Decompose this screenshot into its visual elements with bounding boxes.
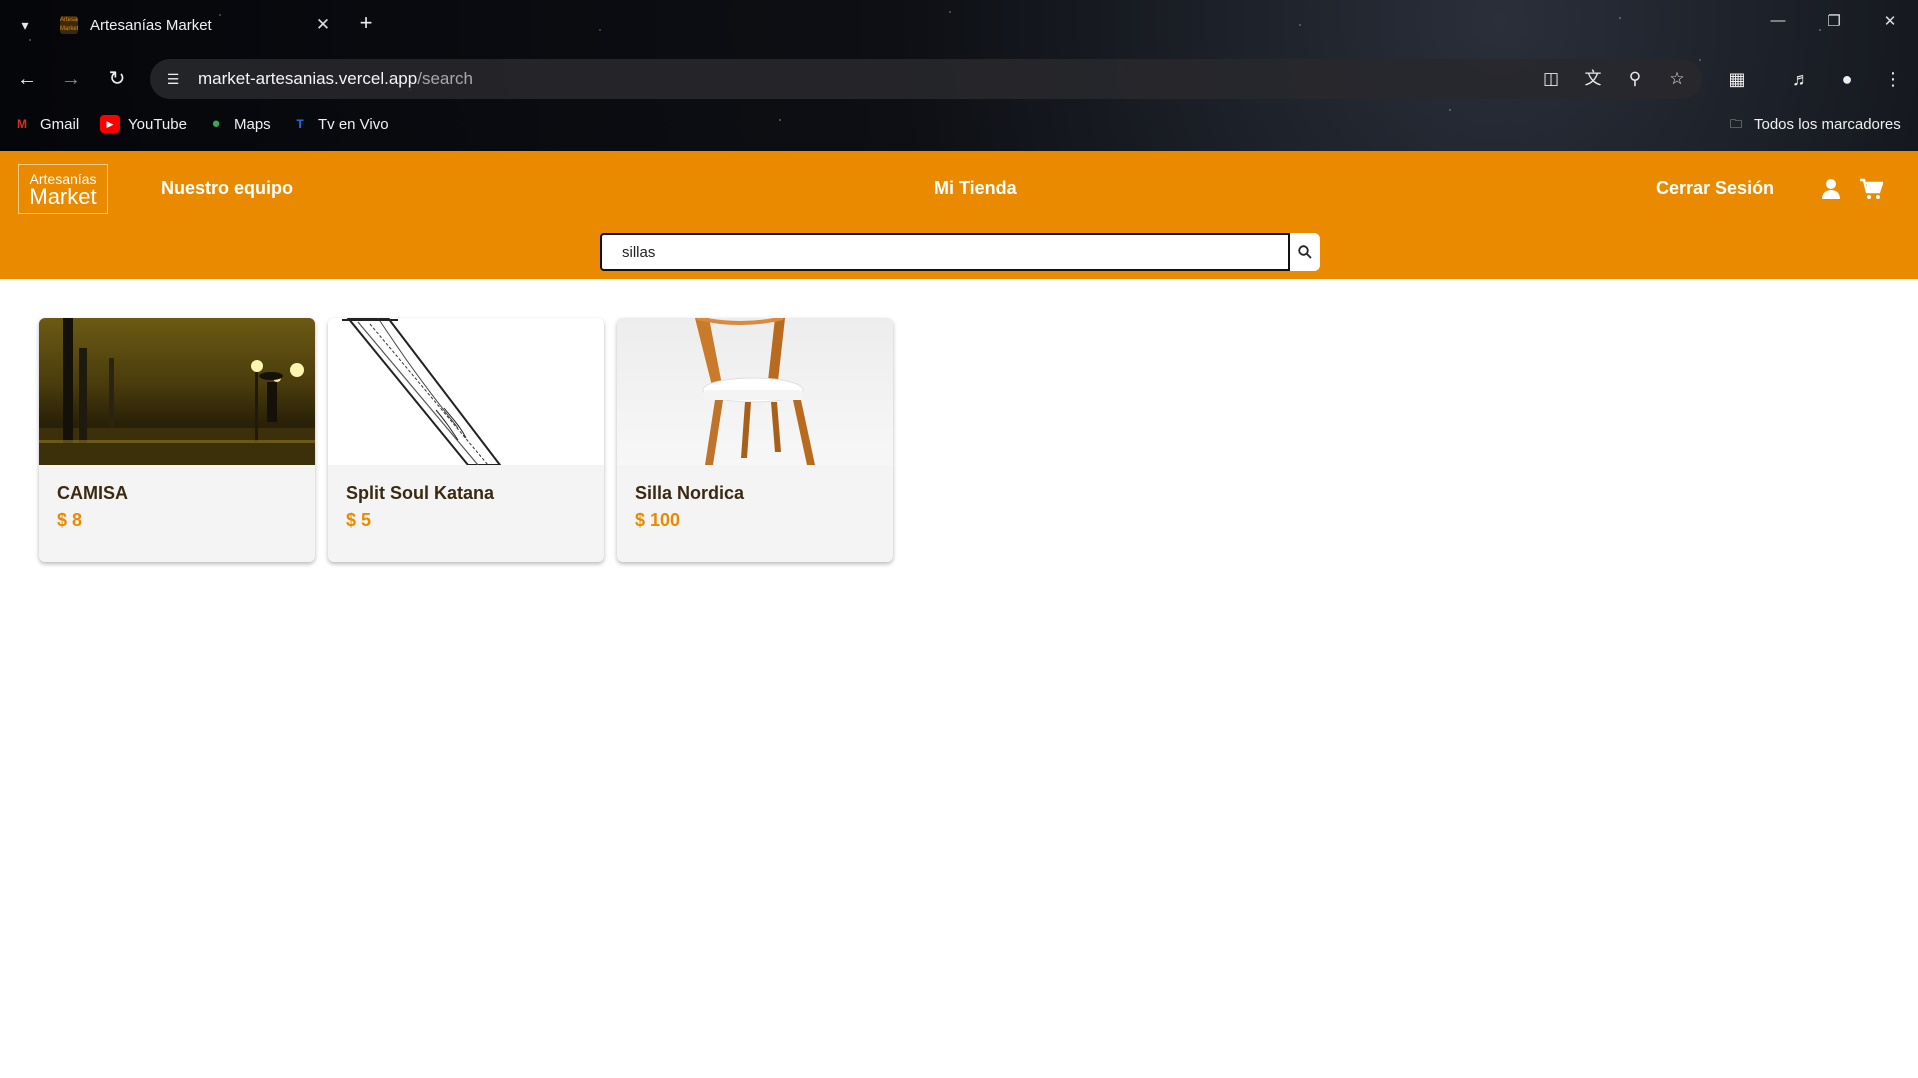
bookmark-gmail[interactable]: M Gmail (12, 115, 79, 133)
search-bar (600, 233, 1320, 271)
tab-bar: ▾ Artesanías Market Artesanías Market ✕ … (0, 0, 1918, 50)
browser-toolbar: ← → ↻ ☰ market-artesanias.vercel.app/sea… (0, 56, 1918, 102)
cart-icon[interactable] (1858, 178, 1884, 206)
translate-icon[interactable]: 文 (1580, 66, 1606, 92)
reload-icon[interactable]: ↻ (104, 66, 130, 92)
product-name: CAMISA (57, 483, 128, 503)
site-header: Artesanías Market Nuestro equipo Mi Tien… (0, 151, 1918, 279)
forward-icon[interactable]: → (58, 66, 84, 92)
product-price: $ 8 (57, 510, 83, 530)
restore-icon[interactable]: ❐ (1822, 12, 1846, 30)
product-card[interactable]: CAMISA $ 8 (39, 318, 315, 562)
tv-icon: T (296, 117, 304, 131)
new-tab-icon[interactable]: + (354, 11, 378, 35)
tab-title: Artesanías Market (90, 16, 212, 34)
product-image (617, 318, 893, 465)
search-input[interactable] (600, 233, 1290, 271)
bookmark-youtube[interactable]: ▶ YouTube (100, 115, 187, 133)
site-favicon-icon: Artesanías Market (60, 16, 78, 34)
profile-icon[interactable]: ● (1834, 66, 1860, 92)
back-icon[interactable]: ← (14, 66, 40, 92)
maps-icon: ● (211, 115, 221, 132)
logout-link[interactable]: Cerrar Sesión (1656, 178, 1774, 199)
bookmark-maps[interactable]: ● Maps (206, 115, 270, 133)
nav-nuestro-equipo[interactable]: Nuestro equipo (161, 178, 293, 199)
extensions-icon[interactable]: ▦ (1724, 66, 1750, 92)
product-image (328, 318, 604, 465)
address-bar[interactable]: ☰ market-artesanias.vercel.app/search ◫ … (150, 59, 1702, 99)
search-icon (1298, 245, 1312, 259)
site-info-icon[interactable]: ☰ (160, 66, 186, 92)
browser-tab[interactable]: Artesanías Market Artesanías Market ✕ (52, 8, 334, 42)
menu-icon[interactable]: ⋮ (1880, 66, 1906, 92)
product-name: Split Soul Katana (346, 483, 495, 503)
bookmark-star-icon[interactable]: ☆ (1664, 66, 1690, 92)
window-close-icon[interactable]: ✕ (1878, 12, 1902, 30)
product-card[interactable]: Silla Nordica $ 100 (617, 318, 893, 562)
product-price: $ 100 (635, 510, 681, 530)
site-logo[interactable]: Artesanías Market (18, 164, 108, 214)
nav-mi-tienda[interactable]: Mi Tienda (934, 178, 1017, 199)
media-control-icon[interactable]: ♬ (1788, 66, 1814, 92)
user-icon[interactable] (1818, 178, 1844, 206)
product-card[interactable]: Split Soul Katana $ 5 (328, 318, 604, 562)
url-text[interactable]: market-artesanias.vercel.app/search (198, 69, 473, 89)
minimize-icon[interactable]: — (1766, 12, 1790, 29)
close-tab-icon[interactable]: ✕ (312, 15, 334, 35)
bookmarks-bar: M Gmail ▶ YouTube ● Maps T Tv en Vivo 🗀 … (0, 112, 1918, 142)
tab-search-chevron-icon[interactable]: ▾ (14, 14, 36, 36)
all-bookmarks[interactable]: 🗀 Todos los marcadores (1726, 115, 1901, 133)
browser-chrome: ▾ Artesanías Market Artesanías Market ✕ … (0, 0, 1918, 151)
search-button[interactable] (1290, 233, 1320, 271)
install-app-icon[interactable]: ◫ (1538, 66, 1564, 92)
bookmark-tv-en-vivo[interactable]: T Tv en Vivo (290, 115, 388, 133)
product-grid: CAMISA $ 8 Split Soul Katana $ 5 Silla N… (39, 318, 893, 562)
product-name: Silla Nordica (635, 483, 745, 503)
product-price: $ 5 (346, 510, 372, 530)
gmail-icon: M (17, 117, 27, 131)
zoom-icon[interactable]: ⚲ (1622, 66, 1648, 92)
folder-icon: 🗀 (1729, 117, 1742, 131)
youtube-icon: ▶ (100, 115, 120, 133)
product-image (39, 318, 315, 465)
